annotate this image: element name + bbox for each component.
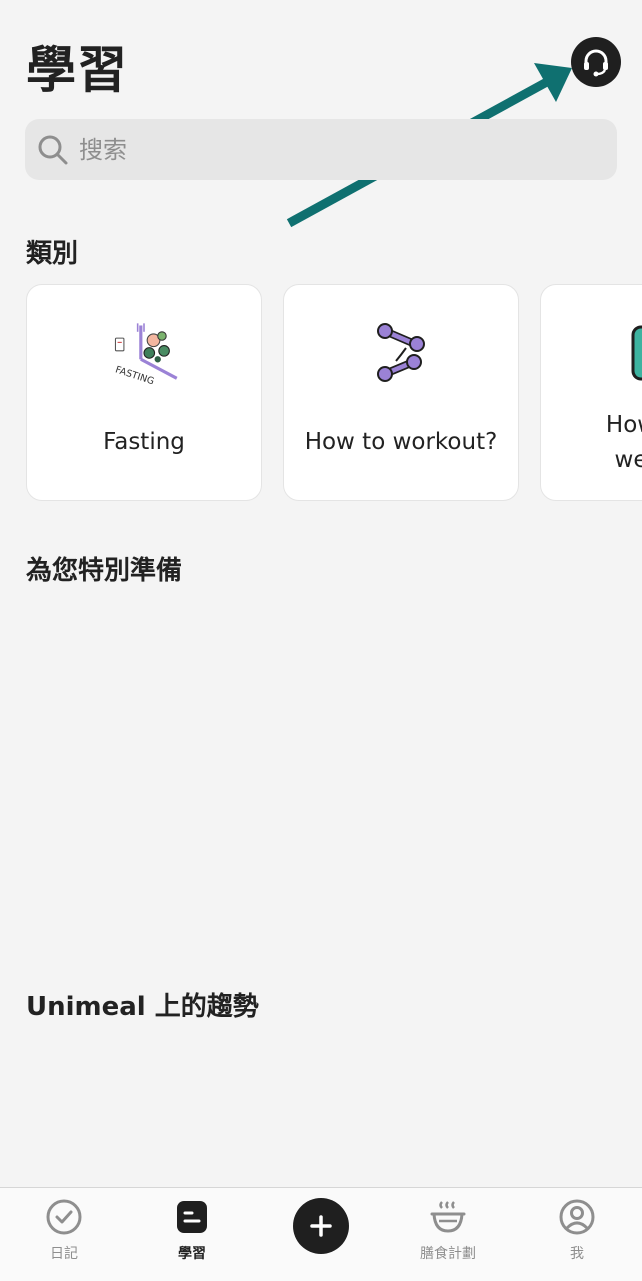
categories-carousel[interactable]: FASTING Fasting How to workout? How we [0, 284, 642, 504]
nav-me[interactable]: 我 [513, 1188, 641, 1281]
nav-diary[interactable]: 日記 [0, 1188, 128, 1281]
plus-icon [310, 1215, 332, 1237]
support-button[interactable] [571, 37, 621, 87]
page-title: 學習 [26, 41, 128, 99]
trending-title: Unimeal 上的趨勢 [26, 992, 259, 1022]
fasting-icon-text: FASTING [114, 364, 156, 387]
category-label-line2: we [614, 447, 642, 473]
search-icon [37, 134, 69, 166]
headset-icon [584, 49, 608, 77]
category-label: Fasting [103, 429, 185, 455]
nav-label: 我 [570, 1246, 584, 1262]
categories-title: 類別 [26, 239, 79, 269]
nav-meal-plan[interactable]: 膳食計劃 [384, 1188, 512, 1281]
nav-label: 日記 [50, 1246, 78, 1262]
scale-icon [631, 325, 642, 381]
search-input[interactable] [77, 134, 581, 165]
document-icon [177, 1201, 207, 1233]
bowl-icon [430, 1201, 466, 1233]
add-button[interactable] [293, 1198, 349, 1254]
nav-learn[interactable]: 學習 [128, 1188, 256, 1281]
category-label: How to workout? [304, 429, 498, 455]
search-bar[interactable] [25, 119, 617, 180]
category-label: How [605, 412, 642, 438]
category-card-weight[interactable]: How we [540, 284, 642, 501]
category-card-fasting[interactable]: FASTING Fasting [26, 284, 262, 501]
nav-label: 學習 [178, 1246, 206, 1262]
for-you-title: 為您特別準備 [26, 556, 183, 586]
dumbbell-icon [377, 323, 425, 382]
category-card-workout[interactable]: How to workout? [283, 284, 519, 501]
nav-label: 膳食計劃 [420, 1246, 476, 1262]
fasting-illustration-icon: FASTING [114, 323, 178, 387]
check-circle-icon [46, 1199, 82, 1235]
user-circle-icon [559, 1199, 595, 1235]
